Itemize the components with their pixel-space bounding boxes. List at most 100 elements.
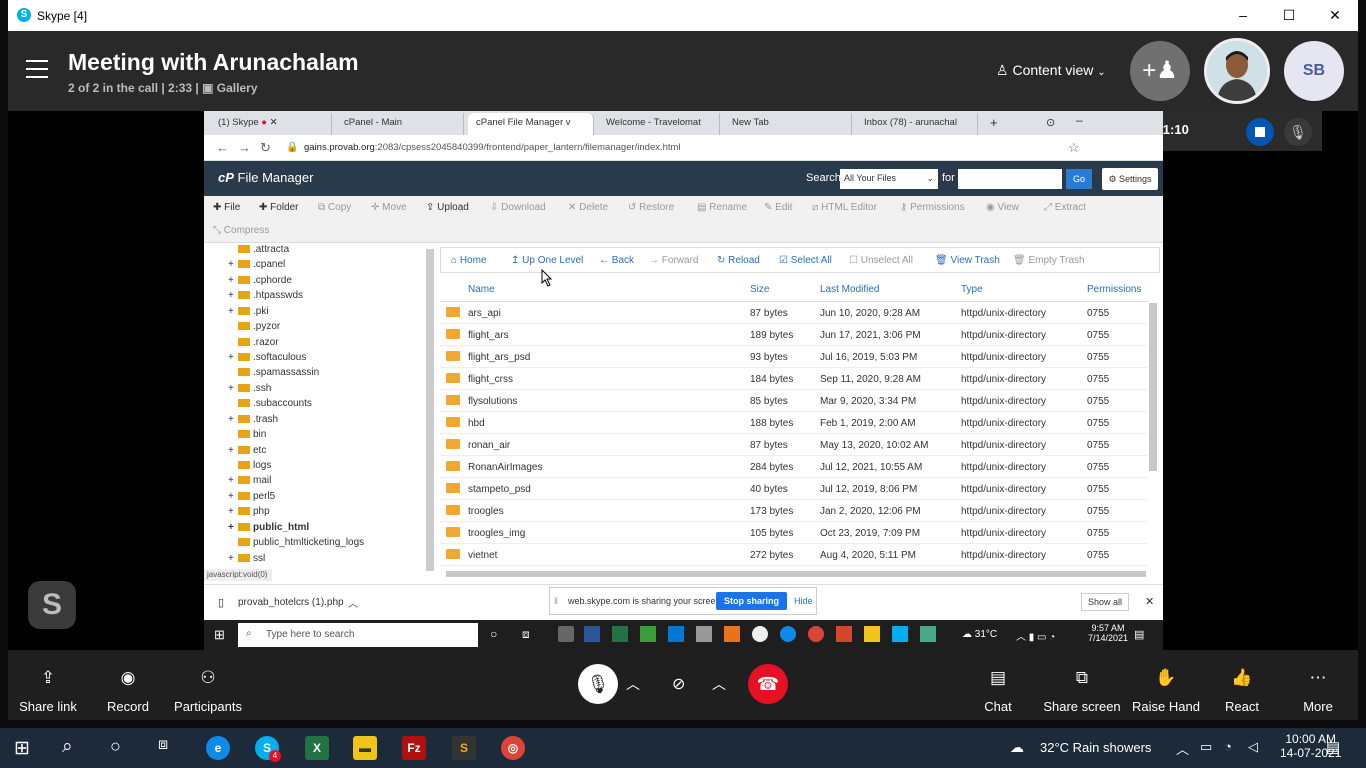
search-icon[interactable]: ⌕: [62, 736, 73, 758]
tree-item[interactable]: + .softaculous: [228, 352, 306, 363]
chevron-up-icon[interactable]: ︿: [348, 595, 358, 610]
close-button[interactable]: ✕: [1312, 0, 1358, 31]
inner-clock[interactable]: 9:57 AM 7/14/2021: [1088, 623, 1128, 643]
share-link-button[interactable]: ⇪ Share link: [8, 650, 88, 714]
column-header-size[interactable]: Size: [750, 284, 769, 295]
unselect-all-button[interactable]: ☐ Unselect All: [849, 255, 913, 266]
go-button[interactable]: Go: [1066, 169, 1092, 189]
file-list-scrollbar[interactable]: [1149, 303, 1157, 471]
excel-icon[interactable]: X: [305, 736, 329, 760]
table-row[interactable]: flysolutions 85 bytes Mar 9, 2020, 3:34 PM…: [440, 390, 1148, 412]
table-row[interactable]: stampeto_psd 40 bytes Jul 12, 2019, 8:06 P…: [440, 478, 1148, 500]
mute-mic-button[interactable]: 🎙: [1284, 118, 1312, 146]
tree-item[interactable]: + mail: [228, 475, 271, 486]
extract-button[interactable]: ⤢ Extract: [1044, 202, 1086, 213]
upload-button[interactable]: ⇪ Upload: [426, 202, 469, 213]
app-icon[interactable]: [558, 626, 574, 642]
powerpoint-icon[interactable]: [836, 626, 852, 642]
file-explorer-icon[interactable]: ▬: [353, 736, 377, 760]
self-avatar[interactable]: [1204, 38, 1270, 104]
battery-icon[interactable]: ▭: [1200, 739, 1212, 755]
close-download-bar-icon[interactable]: ✕: [1145, 595, 1154, 608]
app-icon[interactable]: [696, 626, 712, 642]
mic-options-chevron-icon[interactable]: ︿: [626, 674, 640, 694]
tree-item-selected[interactable]: + public_html: [228, 522, 309, 533]
task-view-icon[interactable]: ⧈: [158, 736, 168, 754]
sublime-text-icon[interactable]: S: [452, 736, 476, 760]
hide-button[interactable]: Hide: [794, 596, 813, 606]
tree-item[interactable]: + php: [228, 506, 270, 517]
edge-icon[interactable]: [780, 626, 796, 642]
stop-share-button[interactable]: [1246, 118, 1274, 146]
select-all-button[interactable]: ☑ Select All: [779, 255, 832, 266]
weather-text[interactable]: 32°C Rain showers: [1040, 740, 1151, 755]
column-header-modified[interactable]: Last Modified: [820, 284, 879, 295]
drag-handle-icon[interactable]: ‖: [554, 596, 558, 606]
maximize-button[interactable]: ☐: [1266, 0, 1312, 31]
table-row[interactable]: hbd 188 bytes Feb 1, 2019, 2:00 AM httpd/un…: [440, 412, 1148, 434]
tree-item[interactable]: + perl5: [228, 491, 275, 502]
browser-tab[interactable]: cPanel - Main: [336, 113, 464, 135]
wifi-icon[interactable]: ◔: [1224, 739, 1232, 754]
copy-button[interactable]: ⧉ Copy: [318, 202, 351, 213]
refresh-icon[interactable]: ↻: [260, 140, 271, 156]
more-button[interactable]: ⋯ More: [1278, 650, 1358, 714]
table-row[interactable]: vietnet 272 bytes Aug 4, 2020, 5:11 PM http…: [440, 544, 1148, 566]
table-row[interactable]: flight_ars 189 bytes Jun 17, 2021, 3:06 PM…: [440, 324, 1148, 346]
chrome-icon[interactable]: ◎: [501, 736, 525, 760]
chat-button[interactable]: ▤ Chat: [958, 650, 1038, 714]
browser-tab-active[interactable]: cPanel File Manager v: [468, 113, 594, 135]
record-button[interactable]: ◉ Record: [88, 650, 168, 714]
column-header-type[interactable]: Type: [961, 284, 983, 295]
table-row[interactable]: RonanAirImages 284 bytes Jul 12, 2021, 10:…: [440, 456, 1148, 478]
tree-item[interactable]: .spamassassin: [228, 367, 319, 378]
file-button[interactable]: ✚ File: [213, 202, 240, 213]
filezilla-icon[interactable]: Fz: [402, 736, 426, 760]
view-button[interactable]: ◉ View: [986, 202, 1019, 213]
new-tab-icon[interactable]: +: [990, 115, 998, 130]
tree-item[interactable]: public_htmlticketing_logs: [228, 537, 364, 548]
table-row[interactable]: ronan_air 87 bytes May 13, 2020, 10:02 AM h…: [440, 434, 1148, 456]
hang-up-button[interactable]: ☎: [748, 664, 788, 704]
video-off-icon[interactable]: ⊘: [672, 674, 685, 694]
permissions-button[interactable]: ⚷ Permissions: [900, 202, 965, 213]
app-icon[interactable]: [752, 626, 768, 642]
restore-button[interactable]: ↺ Restore: [628, 202, 674, 213]
gallery-button[interactable]: ▣ Gallery: [202, 81, 257, 95]
folder-button[interactable]: ✚ Folder: [259, 202, 299, 213]
tree-item[interactable]: + etc: [228, 445, 266, 456]
table-row[interactable]: troogles 173 bytes Jan 2, 2020, 12:06 PM ht…: [440, 500, 1148, 522]
reload-button[interactable]: ↻ Reload: [717, 255, 760, 266]
tray-icons[interactable]: ︿ ▮ ▭ ◔: [1016, 628, 1055, 643]
minimize-button[interactable]: –: [1220, 0, 1266, 31]
back-button[interactable]: ← Back: [599, 255, 634, 266]
delete-button[interactable]: ✕ Delete: [568, 202, 608, 213]
bookmark-star-icon[interactable]: ☆: [1068, 140, 1080, 156]
tray-chevron-icon[interactable]: ︿: [1176, 739, 1189, 758]
url-field[interactable]: gains.provab.org:2083/cpsess2045840399/f…: [304, 142, 681, 153]
browser-minimize-icon[interactable]: –: [1076, 113, 1083, 127]
microphone-button[interactable]: 🎙: [578, 664, 618, 704]
notification-icon[interactable]: ▤: [1134, 628, 1144, 641]
browser-tab[interactable]: New Tab: [724, 113, 852, 135]
raise-hand-button[interactable]: ✋ Raise Hand: [1126, 650, 1206, 714]
table-row[interactable]: flight_crss 184 bytes Sep 11, 2020, 9:28 A…: [440, 368, 1148, 390]
browser-tab[interactable]: Inbox (78) - arunachal: [856, 113, 978, 135]
compress-button[interactable]: ⤡ Compress: [213, 225, 269, 236]
app-icon[interactable]: [640, 626, 656, 642]
inner-search-box[interactable]: ⌕ Type here to search: [238, 623, 478, 647]
menu-icon[interactable]: [26, 60, 48, 78]
html-editor-button[interactable]: ⧄ HTML Editor: [812, 202, 877, 213]
windows-start-icon[interactable]: ⊞: [14, 737, 30, 760]
video-options-chevron-icon[interactable]: ︿: [712, 674, 726, 694]
cortana-icon[interactable]: ○: [490, 627, 497, 641]
volume-icon[interactable]: ◁: [1248, 739, 1258, 755]
user-avatar[interactable]: SB: [1284, 41, 1344, 101]
tree-item[interactable]: + .cpanel: [228, 259, 285, 270]
download-item[interactable]: provab_hotelcrs (1).php: [238, 597, 344, 608]
table-row[interactable]: ars_api 87 bytes Jun 10, 2020, 9:28 AM http…: [440, 302, 1148, 324]
tree-item[interactable]: + ssl: [228, 553, 265, 564]
tree-item[interactable]: + .ssh: [228, 383, 271, 394]
file-explorer-icon[interactable]: [864, 626, 880, 642]
tree-item[interactable]: .pyzor: [228, 321, 280, 332]
